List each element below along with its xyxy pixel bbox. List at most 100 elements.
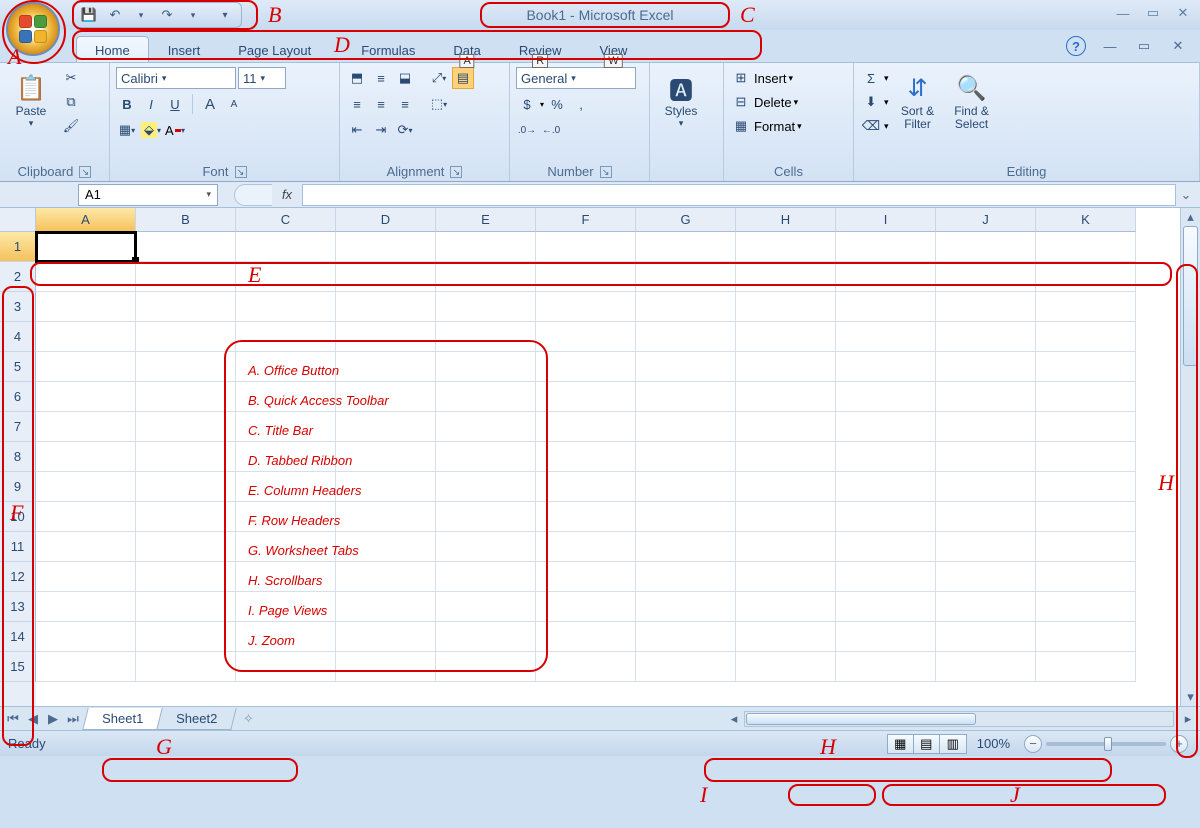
row-header-8[interactable]: 8 bbox=[0, 442, 36, 472]
tab-data[interactable]: DataA bbox=[434, 36, 499, 62]
cell-A13[interactable] bbox=[36, 592, 136, 622]
column-header-H[interactable]: H bbox=[736, 208, 836, 232]
cell-J4[interactable] bbox=[936, 322, 1036, 352]
borders-button[interactable]: ▦▾ bbox=[116, 119, 138, 141]
cell-styles-button[interactable]: 🅰 Styles ▾ bbox=[656, 67, 706, 133]
column-header-C[interactable]: C bbox=[236, 208, 336, 232]
cell-A6[interactable] bbox=[36, 382, 136, 412]
save-button[interactable]: 💾 bbox=[79, 5, 99, 25]
cell-K6[interactable] bbox=[1036, 382, 1136, 412]
increase-indent-button[interactable]: ⇥ bbox=[370, 119, 392, 141]
row-header-4[interactable]: 4 bbox=[0, 322, 36, 352]
cell-A3[interactable] bbox=[36, 292, 136, 322]
cell-D3[interactable] bbox=[336, 292, 436, 322]
cell-I12[interactable] bbox=[836, 562, 936, 592]
wrap-text-button[interactable]: ▤ bbox=[452, 67, 474, 89]
zoom-slider-knob[interactable] bbox=[1104, 737, 1112, 751]
cell-C3[interactable] bbox=[236, 292, 336, 322]
grow-font-button[interactable]: A bbox=[199, 93, 221, 115]
cell-G7[interactable] bbox=[636, 412, 736, 442]
cell-F13[interactable] bbox=[536, 592, 636, 622]
column-header-G[interactable]: G bbox=[636, 208, 736, 232]
cell-J14[interactable] bbox=[936, 622, 1036, 652]
cell-B3[interactable] bbox=[136, 292, 236, 322]
percent-button[interactable]: % bbox=[546, 93, 568, 115]
column-header-A[interactable]: A bbox=[36, 208, 136, 232]
cell-I10[interactable] bbox=[836, 502, 936, 532]
cell-J8[interactable] bbox=[936, 442, 1036, 472]
cell-B4[interactable] bbox=[136, 322, 236, 352]
cell-A4[interactable] bbox=[36, 322, 136, 352]
accounting-button[interactable]: $ bbox=[516, 93, 538, 115]
redo-dropdown[interactable]: ▾ bbox=[183, 5, 203, 25]
cell-J1[interactable] bbox=[936, 232, 1036, 262]
align-middle-button[interactable]: ≡ bbox=[370, 67, 392, 89]
dialog-launcher[interactable]: ↘ bbox=[235, 166, 247, 178]
cell-G4[interactable] bbox=[636, 322, 736, 352]
zoom-slider[interactable] bbox=[1046, 742, 1166, 746]
cell-J10[interactable] bbox=[936, 502, 1036, 532]
cell-F2[interactable] bbox=[536, 262, 636, 292]
cell-I9[interactable] bbox=[836, 472, 936, 502]
vertical-scrollbar[interactable]: ▴ ▾ bbox=[1180, 208, 1200, 706]
format-cells-button[interactable]: Format bbox=[754, 119, 795, 134]
bold-button[interactable]: B bbox=[116, 93, 138, 115]
cell-A1[interactable] bbox=[36, 232, 136, 262]
cell-B13[interactable] bbox=[136, 592, 236, 622]
row-header-14[interactable]: 14 bbox=[0, 622, 36, 652]
cell-A15[interactable] bbox=[36, 652, 136, 682]
cell-G13[interactable] bbox=[636, 592, 736, 622]
cell-B9[interactable] bbox=[136, 472, 236, 502]
cell-C2[interactable] bbox=[236, 262, 336, 292]
find-select-button[interactable]: 🔍 Find & Select bbox=[947, 67, 997, 135]
cell-H10[interactable] bbox=[736, 502, 836, 532]
cell-E2[interactable] bbox=[436, 262, 536, 292]
cell-B12[interactable] bbox=[136, 562, 236, 592]
sheet-tab-1[interactable]: Sheet1 bbox=[82, 708, 163, 730]
row-header-9[interactable]: 9 bbox=[0, 472, 36, 502]
align-center-button[interactable]: ≡ bbox=[370, 93, 392, 115]
cell-K9[interactable] bbox=[1036, 472, 1136, 502]
column-header-K[interactable]: K bbox=[1036, 208, 1136, 232]
cell-F4[interactable] bbox=[536, 322, 636, 352]
next-sheet-button[interactable]: ▶ bbox=[44, 710, 62, 728]
font-color-button[interactable]: A▾ bbox=[164, 119, 186, 141]
undo-button[interactable]: ↶ bbox=[105, 5, 125, 25]
decrease-decimal-button[interactable]: ←.0 bbox=[540, 119, 562, 141]
cell-H15[interactable] bbox=[736, 652, 836, 682]
cell-H5[interactable] bbox=[736, 352, 836, 382]
paste-button[interactable]: 📋 Paste ▾ bbox=[6, 67, 56, 133]
increase-decimal-button[interactable]: .0→ bbox=[516, 119, 538, 141]
scroll-up-button[interactable]: ▴ bbox=[1181, 208, 1200, 226]
new-sheet-button[interactable]: ✧ bbox=[234, 711, 262, 727]
shrink-font-button[interactable]: A bbox=[223, 93, 245, 115]
hscroll-track[interactable] bbox=[744, 711, 1174, 727]
cell-G2[interactable] bbox=[636, 262, 736, 292]
cell-J7[interactable] bbox=[936, 412, 1036, 442]
cell-F12[interactable] bbox=[536, 562, 636, 592]
number-format-combo[interactable]: General▾ bbox=[516, 67, 636, 89]
cell-I11[interactable] bbox=[836, 532, 936, 562]
cell-J5[interactable] bbox=[936, 352, 1036, 382]
cell-F5[interactable] bbox=[536, 352, 636, 382]
cell-I3[interactable] bbox=[836, 292, 936, 322]
scroll-left-button[interactable]: ◂ bbox=[726, 711, 742, 727]
cell-I14[interactable] bbox=[836, 622, 936, 652]
mdi-restore[interactable]: ▭ bbox=[1134, 36, 1154, 56]
cell-A10[interactable] bbox=[36, 502, 136, 532]
cell-H9[interactable] bbox=[736, 472, 836, 502]
cell-B1[interactable] bbox=[136, 232, 236, 262]
column-header-J[interactable]: J bbox=[936, 208, 1036, 232]
cell-F7[interactable] bbox=[536, 412, 636, 442]
italic-button[interactable]: I bbox=[140, 93, 162, 115]
column-header-B[interactable]: B bbox=[136, 208, 236, 232]
cell-K13[interactable] bbox=[1036, 592, 1136, 622]
cell-F10[interactable] bbox=[536, 502, 636, 532]
cell-H2[interactable] bbox=[736, 262, 836, 292]
cell-J2[interactable] bbox=[936, 262, 1036, 292]
cell-J6[interactable] bbox=[936, 382, 1036, 412]
copy-button[interactable]: ⧉ bbox=[60, 91, 82, 113]
column-header-D[interactable]: D bbox=[336, 208, 436, 232]
cell-A5[interactable] bbox=[36, 352, 136, 382]
cell-F8[interactable] bbox=[536, 442, 636, 472]
